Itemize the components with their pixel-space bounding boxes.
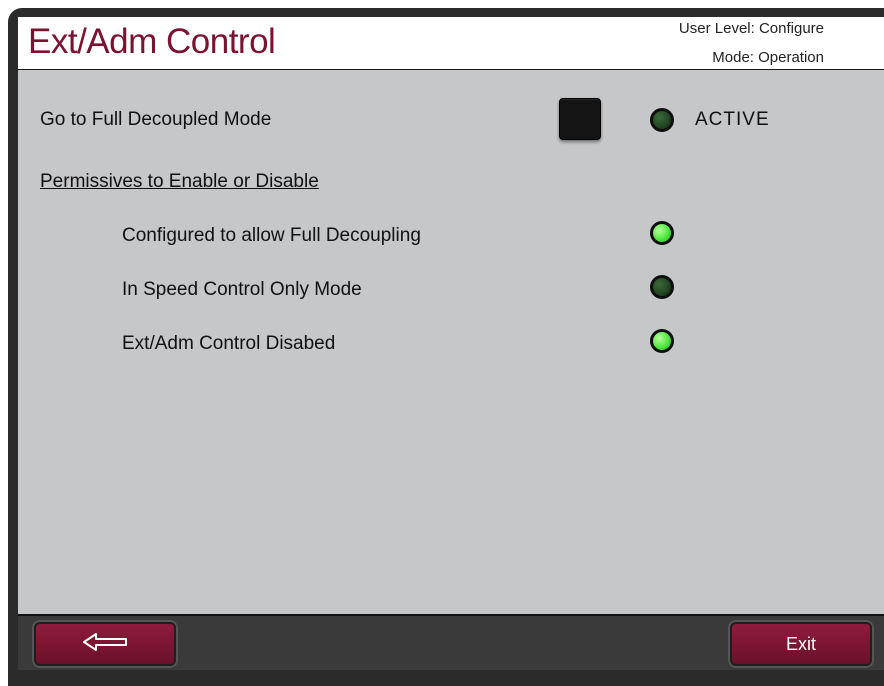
user-level-text: User Level: Configure: [678, 20, 824, 37]
ext-adm-disabled-indicator-led: [650, 329, 674, 353]
exit-button[interactable]: Exit: [730, 622, 872, 666]
decoupled-mode-label: Go to Full Decoupled Mode: [40, 109, 272, 130]
permissive-label-ext-adm-disabled: Ext/Adm Control Disabed: [122, 333, 336, 354]
left-arrow-icon: [82, 632, 128, 657]
permissive-label-full-decoupling: Configured to allow Full Decoupling: [122, 225, 421, 246]
main-panel: Go to Full Decoupled Mode ACTIVE Permiss…: [18, 70, 884, 616]
back-button[interactable]: [34, 622, 176, 666]
bottom-bezel: [8, 670, 884, 686]
active-indicator-led: [650, 108, 674, 132]
speed-control-indicator-led: [650, 275, 674, 299]
full-decoupling-indicator-led: [650, 221, 674, 245]
mode-text: Mode: Operation: [712, 49, 824, 66]
permissives-heading: Permissives to Enable or Disable: [40, 171, 319, 192]
page-title: Ext/Adm Control: [28, 22, 276, 61]
permissive-label-speed-control: In Speed Control Only Mode: [122, 279, 362, 300]
active-status-label: ACTIVE: [695, 109, 770, 130]
footer-bar: Exit: [18, 616, 884, 670]
decoupled-mode-button[interactable]: [559, 98, 601, 140]
header-bar: Ext/Adm Control User Level: Configure Mo…: [18, 17, 884, 71]
